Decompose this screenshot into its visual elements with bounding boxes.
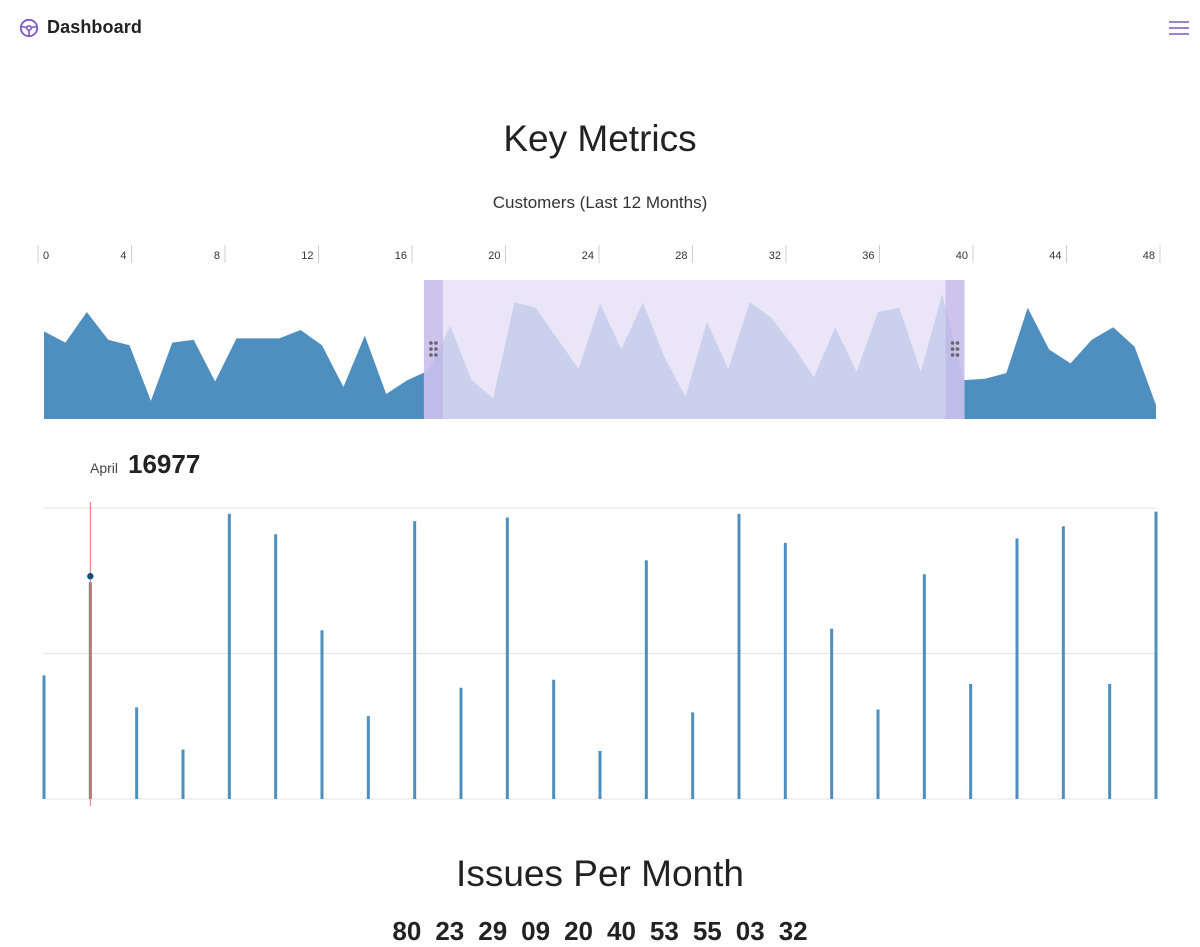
value-readout: April 16977 <box>90 449 200 480</box>
axis-tick-label: 4 <box>120 250 126 262</box>
issues-values: 80 23 29 09 20 40 53 55 03 32 <box>0 916 1200 947</box>
bars <box>42 511 1158 799</box>
issue-count: 03 <box>735 916 765 946</box>
issue-count: 55 <box>692 916 722 946</box>
issue-count: 20 <box>564 916 593 946</box>
axis-tick-label: 36 <box>862 250 874 262</box>
issue-count: 80 <box>392 916 422 946</box>
brush-left-handle[interactable] <box>423 280 443 419</box>
axis-tick-label: 8 <box>214 250 220 262</box>
readout-value: 16977 <box>128 449 201 479</box>
issue-count: 29 <box>478 916 508 946</box>
axis-tick-label: 32 <box>769 250 781 262</box>
issue-count: 23 <box>435 916 465 946</box>
hover-cursor <box>87 502 94 806</box>
axis-tick-label: 28 <box>675 250 687 262</box>
x-axis-ticks: 0 4 8 12 16 20 24 28 32 36 40 44 48 <box>37 245 1161 263</box>
issue-count: 32 <box>778 916 808 946</box>
gridlines <box>44 507 1156 800</box>
cursor-dot <box>87 573 94 580</box>
axis-tick-label: 12 <box>301 250 313 262</box>
issue-count: 09 <box>521 916 551 946</box>
axis-tick-label: 40 <box>956 250 968 262</box>
axis-tick-label: 24 <box>582 250 594 262</box>
brush-selection[interactable] <box>423 280 965 419</box>
axis-tick-label: 0 <box>43 250 49 262</box>
issue-count: 40 <box>607 916 636 946</box>
issues-title: Issues Per Month <box>456 853 744 894</box>
axis-tick-label: 16 <box>395 250 407 262</box>
readout-label: April <box>90 460 119 476</box>
customers-overview-chart[interactable]: 0 4 8 12 16 20 24 28 32 36 40 44 48 <box>0 0 1200 430</box>
brush-right-handle[interactable] <box>945 280 965 419</box>
issue-count: 53 <box>649 916 679 946</box>
axis-tick-label: 44 <box>1049 250 1061 262</box>
axis-tick-label: 48 <box>1143 250 1155 262</box>
axis-tick-label: 20 <box>488 250 500 262</box>
